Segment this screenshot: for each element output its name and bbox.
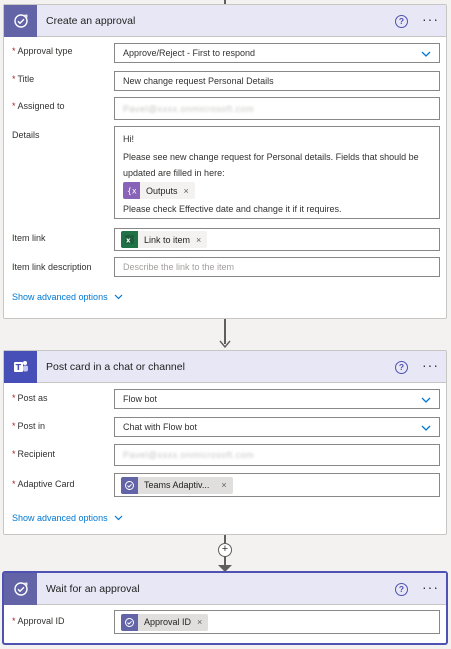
outputs-token-label: Outputs bbox=[146, 185, 178, 196]
card-title: Create an approval bbox=[46, 14, 136, 27]
details-line-1: Hi! bbox=[123, 134, 134, 144]
assigned-to-label: * Assigned to bbox=[12, 101, 65, 111]
item-link-description-input[interactable]: Describe the link to the item bbox=[114, 257, 440, 277]
approval-id-token-label: Approval ID bbox=[144, 617, 192, 627]
post-in-value: Chat with Flow bot bbox=[123, 422, 198, 432]
show-advanced-label: Show advanced options bbox=[12, 513, 108, 523]
item-link-input[interactable]: x Link to item × bbox=[114, 228, 440, 251]
item-link-description-label: Item link description bbox=[12, 262, 92, 272]
help-icon[interactable]: ? bbox=[395, 583, 408, 596]
approval-type-value: Approve/Reject - First to respond bbox=[123, 48, 256, 58]
expression-icon: {x} bbox=[123, 182, 140, 200]
approval-id-token[interactable]: Approval ID × bbox=[121, 613, 209, 631]
details-line-4: Please check Effective date and change i… bbox=[123, 204, 342, 215]
teams-adaptive-token[interactable]: Teams Adaptiv... × bbox=[121, 476, 233, 494]
remove-token-icon[interactable]: × bbox=[197, 617, 202, 627]
item-link-description-placeholder: Describe the link to the item bbox=[123, 262, 235, 272]
item-link-label: Item link bbox=[12, 233, 46, 243]
outputs-token[interactable]: {x} Outputs × bbox=[123, 182, 195, 200]
link-to-item-token[interactable]: x Link to item × bbox=[121, 231, 208, 248]
post-as-value: Flow bot bbox=[123, 394, 158, 404]
approval-icon bbox=[4, 5, 37, 37]
chevron-down-icon bbox=[114, 515, 123, 521]
card-title: Post card in a chat or channel bbox=[46, 360, 185, 373]
more-options-icon[interactable]: ··· bbox=[422, 357, 439, 373]
approval-icon bbox=[121, 613, 138, 631]
remove-token-icon[interactable]: × bbox=[221, 480, 226, 490]
show-advanced-label: Show advanced options bbox=[12, 292, 108, 302]
svg-text:T: T bbox=[15, 363, 21, 372]
title-value: New change request Personal Details bbox=[123, 76, 274, 86]
title-label: * Title bbox=[12, 74, 35, 84]
post-in-label: * Post in bbox=[12, 421, 46, 431]
card-title: Wait for an approval bbox=[46, 582, 140, 595]
recipient-input[interactable]: Pavel@xxxx.onmicrosoft.com bbox=[114, 444, 440, 466]
details-label: Details bbox=[12, 130, 40, 140]
svg-text:{x}: {x} bbox=[127, 187, 137, 196]
post-card-header[interactable]: T Post card in a chat or channel ? ··· bbox=[4, 351, 446, 383]
teams-icon: T bbox=[4, 351, 37, 383]
approval-type-label: * Approval type bbox=[12, 46, 73, 56]
insert-step-button[interactable]: + bbox=[218, 543, 232, 557]
approval-icon bbox=[121, 476, 138, 494]
create-approval-card: Create an approval ? ··· * Approval type … bbox=[3, 4, 447, 319]
teams-adaptive-label: Teams Adaptiv... bbox=[144, 480, 210, 490]
svg-text:x: x bbox=[126, 237, 131, 245]
approval-id-label: * Approval ID bbox=[12, 616, 65, 626]
help-icon[interactable]: ? bbox=[395, 361, 408, 374]
chevron-down-icon bbox=[421, 397, 431, 403]
details-textarea[interactable]: Hi! Please see new change request for Pe… bbox=[114, 126, 440, 219]
excel-icon: x bbox=[121, 231, 138, 248]
post-in-dropdown[interactable]: Chat with Flow bot bbox=[114, 417, 440, 437]
assigned-to-value: Pavel@xxxx.onmicrosoft.com bbox=[123, 103, 255, 114]
remove-token-icon[interactable]: × bbox=[196, 235, 201, 245]
recipient-label: * Recipient bbox=[12, 449, 56, 459]
help-icon[interactable]: ? bbox=[395, 15, 408, 28]
wait-approval-header[interactable]: Wait for an approval ? ··· bbox=[4, 573, 446, 605]
post-as-label: * Post as bbox=[12, 393, 48, 403]
chevron-down-icon bbox=[421, 51, 431, 57]
adaptive-card-input[interactable]: Teams Adaptiv... × bbox=[114, 473, 440, 497]
details-line-2: Please see new change request for Person… bbox=[123, 152, 419, 162]
recipient-value: Pavel@xxxx.onmicrosoft.com bbox=[123, 450, 255, 460]
adaptive-card-label: * Adaptive Card bbox=[12, 479, 75, 489]
chevron-down-icon bbox=[114, 294, 123, 300]
chevron-down-icon bbox=[421, 425, 431, 431]
arrow-down-icon bbox=[218, 565, 232, 572]
details-line-3: updated are filled in here: bbox=[123, 168, 225, 178]
post-as-dropdown[interactable]: Flow bot bbox=[114, 389, 440, 409]
more-options-icon[interactable]: ··· bbox=[422, 579, 439, 595]
approval-type-dropdown[interactable]: Approve/Reject - First to respond bbox=[114, 43, 440, 63]
more-options-icon[interactable]: ··· bbox=[422, 11, 439, 27]
show-advanced-options-link[interactable]: Show advanced options bbox=[12, 292, 123, 302]
show-advanced-options-link[interactable]: Show advanced options bbox=[12, 513, 123, 523]
wait-approval-card: Wait for an approval ? ··· * Approval ID … bbox=[3, 572, 447, 644]
title-input[interactable]: New change request Personal Details bbox=[114, 71, 440, 91]
link-to-item-label: Link to item bbox=[144, 234, 191, 245]
remove-token-icon[interactable]: × bbox=[184, 183, 189, 199]
post-card-card: T Post card in a chat or channel ? ··· *… bbox=[3, 350, 447, 535]
create-approval-header[interactable]: Create an approval ? ··· bbox=[4, 5, 446, 37]
approval-icon bbox=[4, 573, 37, 605]
arrow-down-icon bbox=[219, 340, 231, 348]
assigned-to-input[interactable]: Pavel@xxxx.onmicrosoft.com bbox=[114, 97, 440, 120]
approval-id-input[interactable]: Approval ID × bbox=[114, 610, 440, 634]
